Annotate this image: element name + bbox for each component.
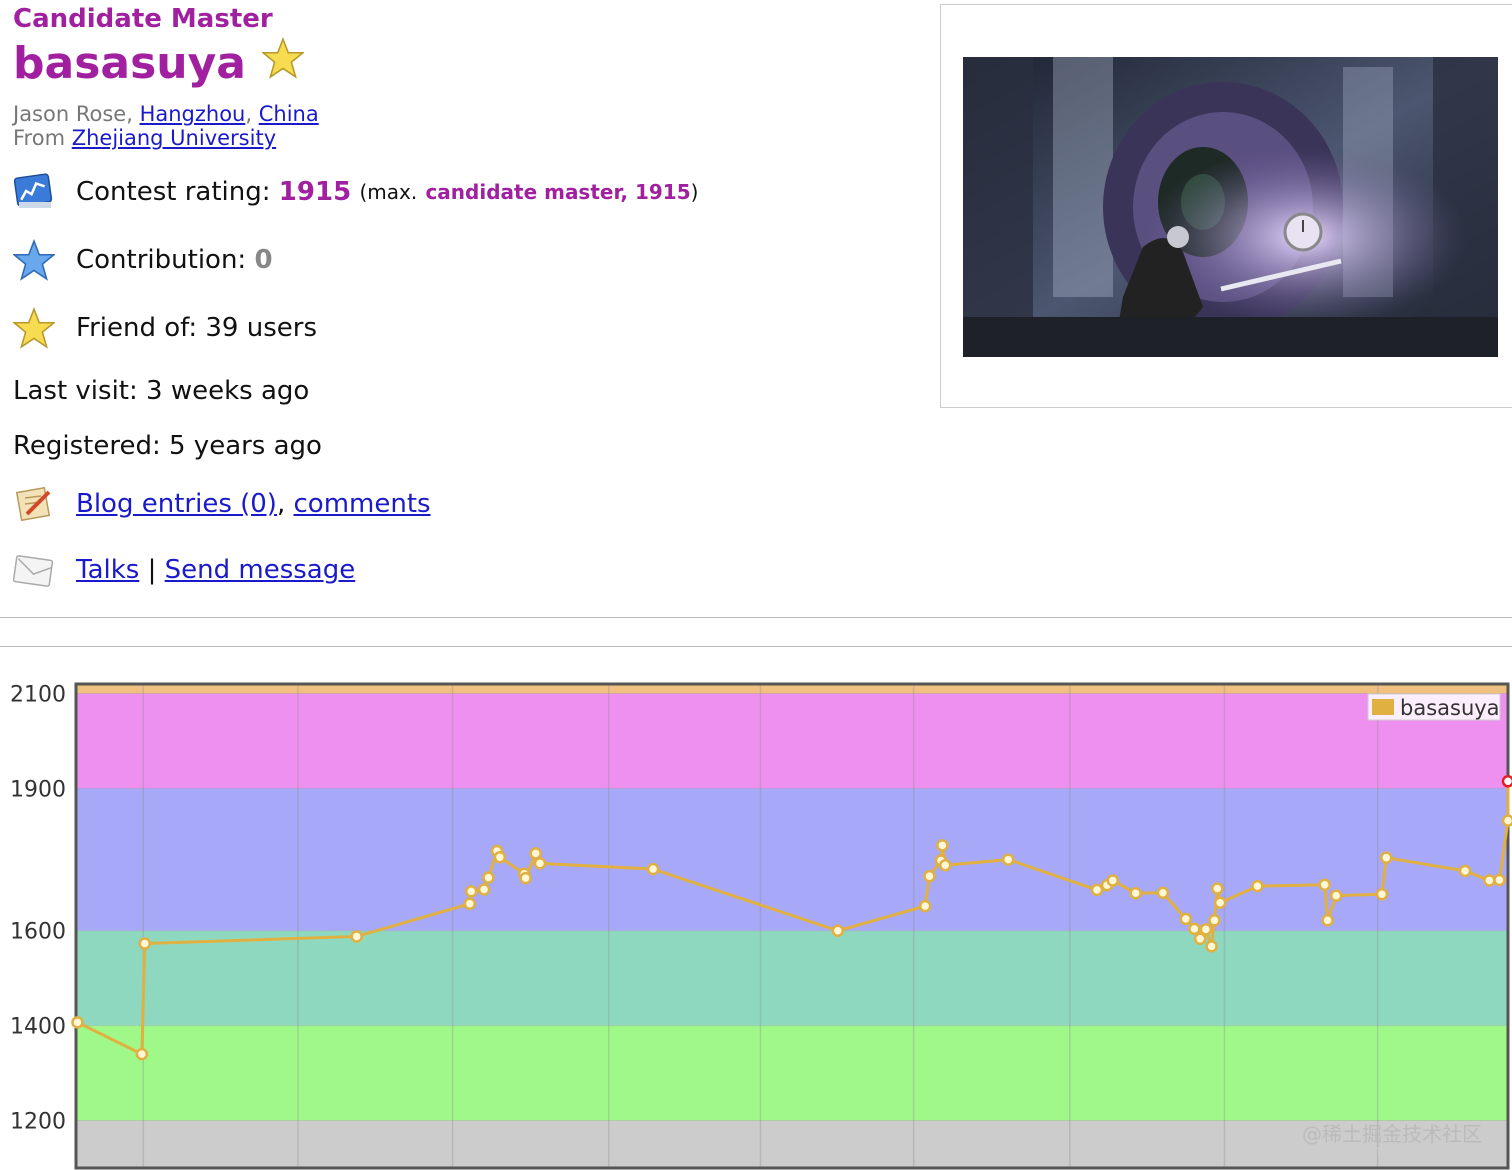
rating-point: [138, 937, 151, 950]
rating-point: [482, 871, 495, 884]
rating-point: [464, 885, 478, 898]
user-real-name: Jason Rose: [13, 102, 127, 126]
user-location-line: Jason Rose, Hangzhou, China: [13, 102, 319, 126]
rating-band-4: [76, 1025, 1508, 1121]
rating-point: [1193, 932, 1207, 946]
rating-point: [1318, 878, 1331, 891]
max-prefix: (max.: [359, 180, 418, 204]
blog-pencil-icon: [12, 482, 56, 526]
rating-value: 1915: [278, 177, 352, 207]
rating-point: [71, 1016, 84, 1029]
contribution-label: Contribution:: [76, 245, 247, 275]
rating-point: [1001, 853, 1015, 866]
user-organization-line: From Zhejiang University: [13, 126, 319, 150]
rating-point: [529, 847, 542, 860]
watermark-text: @稀土掘金技术社区: [1302, 1122, 1482, 1146]
rating-chart[interactable]: 1200 1400 1600 1900 2100 basasuya: [0, 660, 1512, 1170]
section-divider: [0, 617, 1512, 647]
friend-of-row: Friend of: 39 users: [12, 306, 317, 350]
rating-point: [519, 871, 532, 885]
max-suffix: ): [690, 180, 699, 204]
rating-point: [135, 1047, 149, 1061]
country-link[interactable]: China: [259, 102, 319, 126]
rating-point: [831, 924, 845, 937]
rating-point: [938, 859, 952, 872]
rating-point: [1483, 874, 1496, 887]
blog-entries-link[interactable]: Blog entries (0): [76, 489, 277, 519]
rating-point: [1211, 882, 1224, 895]
comments-link[interactable]: comments: [294, 489, 431, 519]
rating-label: Contest rating:: [76, 177, 271, 207]
y-tick-label: 1600: [10, 920, 66, 945]
organization-link[interactable]: Zhejiang University: [72, 126, 276, 150]
rating-point: [1493, 873, 1506, 887]
rating-point: [1213, 896, 1227, 909]
rating-point: [1179, 912, 1193, 926]
y-tick-label: 1400: [10, 1015, 66, 1040]
rating-point: [533, 857, 547, 870]
rating-point: [493, 850, 507, 864]
rating-point: [1375, 887, 1389, 901]
talks-link[interactable]: Talks: [76, 555, 139, 585]
rating-point: [1156, 886, 1170, 900]
rating-point: [936, 839, 949, 852]
avatar-image[interactable]: [963, 57, 1498, 357]
rating-point: [1329, 889, 1343, 902]
rating-point: [1188, 922, 1201, 936]
user-meta: Jason Rose, Hangzhou, China From Zhejian…: [13, 102, 319, 150]
rating-point: [1205, 940, 1218, 953]
rating-point: [350, 930, 363, 943]
blue-star-icon: [12, 238, 56, 282]
friend-count: 39 users: [205, 313, 317, 343]
rating-point: [463, 897, 477, 910]
rating-point: [1199, 923, 1213, 936]
gold-star-icon: [12, 306, 56, 350]
rating-point: [1129, 887, 1142, 900]
rating-point: [477, 883, 491, 896]
rating-point: [1380, 851, 1393, 864]
y-tick-label: 1900: [10, 777, 66, 802]
last-visit: Last visit: 3 weeks ago: [13, 376, 310, 406]
registered: Registered: 5 years ago: [13, 431, 322, 461]
from-label: From: [13, 126, 66, 150]
rating-point: [1321, 914, 1334, 927]
rating-point: [1251, 879, 1264, 893]
legend-swatch: [1372, 699, 1394, 715]
rating-band-2: [76, 788, 1508, 931]
rank-title: Candidate Master: [13, 4, 273, 34]
rating-point: [646, 862, 660, 876]
y-tick-label: 1200: [10, 1110, 66, 1135]
rating-point: [1501, 814, 1512, 827]
user-handle: basasuya: [13, 38, 246, 89]
max-rank-rating: candidate master, 1915: [425, 180, 691, 204]
rating-point: [1090, 883, 1104, 897]
message-row: Talks | Send message: [12, 548, 355, 592]
envelope-icon: [12, 548, 56, 592]
rating-point: [1106, 874, 1120, 887]
rating-point: [923, 869, 936, 883]
legend-label: basasuya: [1400, 696, 1500, 720]
contribution-row: Contribution: 0: [12, 238, 273, 282]
watermark-url: https://blog.csdn.net/m0_57162664: [1271, 1144, 1504, 1159]
blog-row: Blog entries (0), comments: [12, 482, 431, 526]
rating-band-3: [76, 930, 1508, 1026]
city-link[interactable]: Hangzhou: [140, 102, 246, 126]
rating-point: [1208, 914, 1221, 927]
current-rating-point: [1501, 775, 1512, 788]
link-separator: |: [147, 555, 157, 585]
contest-rating-row: Contest rating: 1915 (max. candidate mas…: [12, 170, 698, 214]
rating-band-1: [76, 693, 1508, 789]
rating-point: [1458, 864, 1472, 878]
user-handle-row: basasuya: [13, 36, 306, 90]
rating-point: [918, 899, 932, 913]
y-tick-label: 2100: [10, 682, 66, 707]
friend-label: Friend of:: [76, 313, 198, 343]
send-message-link[interactable]: Send message: [165, 555, 356, 585]
star-icon[interactable]: [260, 36, 306, 90]
contribution-value: 0: [254, 245, 273, 275]
rating-chart-icon: [12, 170, 56, 214]
